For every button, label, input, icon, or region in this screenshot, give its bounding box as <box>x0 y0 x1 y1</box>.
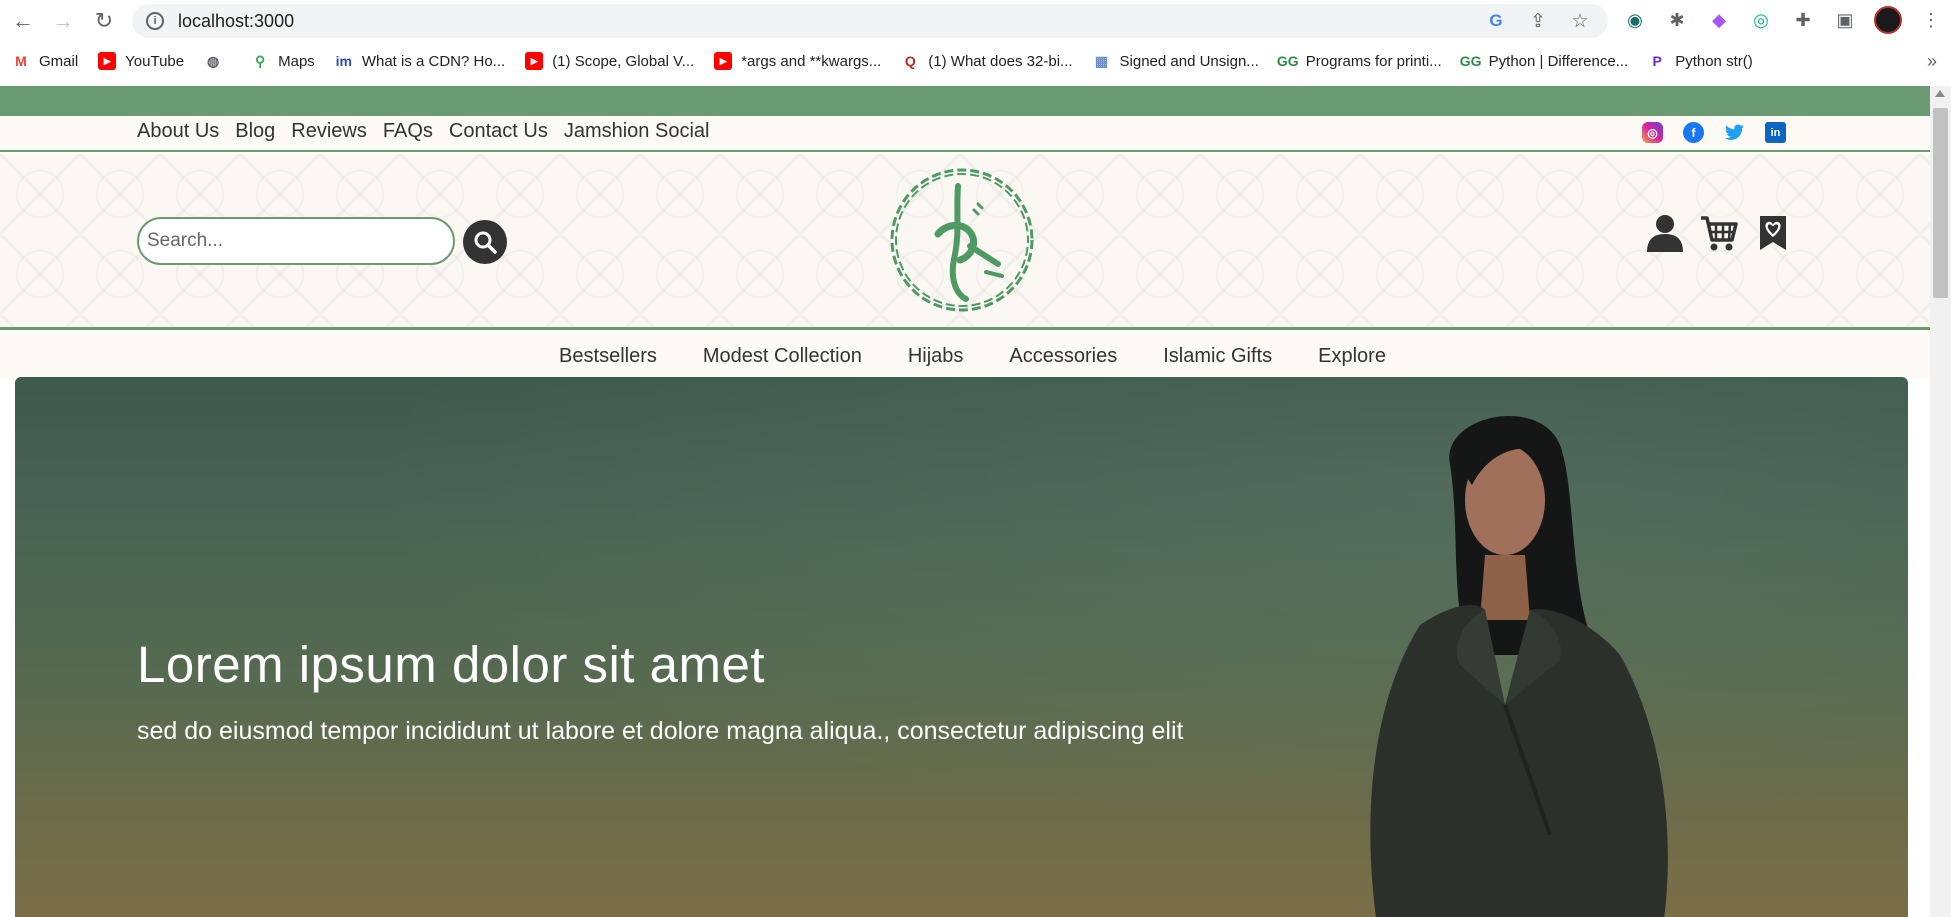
hero-subtitle: sed do eiusmod tempor incididunt ut labo… <box>137 717 1184 745</box>
bookmark-item[interactable]: ⚲ Maps <box>251 52 315 70</box>
site-icon: ▦ <box>1094 52 1109 69</box>
bookmark-label: Signed and Unsign... <box>1119 52 1259 70</box>
user-actions <box>1646 213 1792 253</box>
programiz-icon: P <box>1652 53 1662 69</box>
extension-4-icon[interactable]: ◎ <box>1748 7 1774 33</box>
instagram-icon[interactable]: ◎ <box>1642 122 1663 143</box>
bookmark-item[interactable]: GG Python | Difference... <box>1459 52 1629 70</box>
bookmark-item[interactable]: P Python str() <box>1648 52 1753 70</box>
bookmark-item[interactable]: ▦ Signed and Unsign... <box>1093 52 1259 70</box>
search-input[interactable] <box>139 219 453 263</box>
extension-3-icon[interactable]: ◆ <box>1706 7 1732 33</box>
bookmark-item[interactable]: ▶ (1) Scope, Global V... <box>525 52 694 70</box>
page-scrollbar[interactable] <box>1930 86 1951 917</box>
site-header <box>0 154 1930 330</box>
bookmark-item[interactable]: im What is a CDN? Ho... <box>335 52 506 70</box>
bookmark-label: What is a CDN? Ho... <box>361 52 506 70</box>
browser-menu-icon[interactable]: ⋮ <box>1918 7 1944 33</box>
nav-accessories[interactable]: Accessories <box>1009 345 1117 368</box>
top-bar: About Us Blog Reviews FAQs Contact Us Ja… <box>0 116 1930 152</box>
imperva-icon: im <box>335 53 352 69</box>
bookmark-label: YouTube <box>125 52 185 70</box>
twitter-icon[interactable] <box>1724 122 1745 143</box>
hero-model-image <box>1370 416 1668 917</box>
geeksforgeeks-icon: GG <box>1459 53 1482 69</box>
nav-islamic-gifts[interactable]: Islamic Gifts <box>1163 345 1272 368</box>
gmail-icon: M <box>15 53 27 69</box>
bookmark-label: Programs for printi... <box>1305 52 1442 70</box>
nav-bestsellers[interactable]: Bestsellers <box>559 345 657 368</box>
category-nav: Bestsellers Modest Collection Hijabs Acc… <box>0 333 1930 379</box>
nav-modest-collection[interactable]: Modest Collection <box>703 345 862 368</box>
browser-toolbar: ← → ↻ i localhost:3000 G ⇪ ☆ ◉ ✱ ◆ ◎ ✚ ▣… <box>0 0 1951 42</box>
profile-avatar[interactable] <box>1874 6 1902 34</box>
search-box <box>137 217 455 265</box>
link-jamshion-social[interactable]: Jamshion Social <box>564 120 710 143</box>
wishlist-icon[interactable] <box>1754 213 1792 253</box>
back-icon[interactable]: ← <box>8 6 38 36</box>
bookmark-item[interactable]: Q (1) What does 32-bi... <box>901 52 1073 70</box>
more-bookmarks-icon[interactable]: » <box>1927 51 1937 72</box>
brand-logo[interactable] <box>886 164 1038 316</box>
url-text[interactable]: localhost:3000 <box>178 11 294 32</box>
cart-icon[interactable] <box>1700 213 1738 253</box>
bookmark-item[interactable]: M Gmail <box>12 52 78 70</box>
forward-icon[interactable]: → <box>48 6 78 36</box>
bookmark-item[interactable]: GG Programs for printi... <box>1276 52 1442 70</box>
nav-hijabs[interactable]: Hijabs <box>908 345 964 368</box>
top-links: About Us Blog Reviews FAQs Contact Us Ja… <box>137 120 709 143</box>
reload-icon[interactable]: ↻ <box>89 6 119 36</box>
search-icon <box>474 231 497 254</box>
linkedin-icon[interactable]: in <box>1765 122 1786 143</box>
youtube-icon: ▶ <box>525 52 544 70</box>
bookmark-label: Python | Difference... <box>1488 52 1629 70</box>
announcement-strip <box>0 86 1930 116</box>
google-lens-icon[interactable]: G <box>1484 9 1508 33</box>
bookmark-label: Maps <box>278 52 315 70</box>
bookmark-item[interactable]: ▶ *args and **kwargs... <box>714 52 881 70</box>
scroll-thumb[interactable] <box>1933 108 1948 298</box>
extension-bug-icon[interactable]: ✱ <box>1664 7 1690 33</box>
bookmark-item[interactable]: ◍ <box>204 52 231 70</box>
quora-icon: Q <box>904 53 916 69</box>
side-panel-icon[interactable]: ▣ <box>1832 7 1858 33</box>
account-icon[interactable] <box>1646 213 1684 253</box>
site-info-icon[interactable]: i <box>146 12 164 30</box>
extensions-puzzle-icon[interactable]: ✚ <box>1790 7 1816 33</box>
bookmark-label: Gmail <box>39 52 79 70</box>
bookmark-label: *args and **kwargs... <box>741 52 882 70</box>
scroll-up-icon[interactable] <box>1935 90 1945 97</box>
bookmark-star-icon[interactable]: ☆ <box>1568 9 1592 33</box>
extension-1-icon[interactable]: ◉ <box>1622 7 1648 33</box>
nav-explore[interactable]: Explore <box>1318 345 1386 368</box>
social-links: ◎ f in <box>1642 122 1786 143</box>
share-icon[interactable]: ⇪ <box>1526 9 1550 33</box>
youtube-icon: ▶ <box>98 52 117 70</box>
web-page: About Us Blog Reviews FAQs Contact Us Ja… <box>0 86 1930 917</box>
link-contact-us[interactable]: Contact Us <box>449 120 548 143</box>
facebook-icon[interactable]: f <box>1683 122 1704 143</box>
link-blog[interactable]: Blog <box>235 120 275 143</box>
bookmark-label: (1) What does 32-bi... <box>928 52 1073 70</box>
hero-title: Lorem ipsum dolor sit amet <box>137 636 766 693</box>
link-about-us[interactable]: About Us <box>137 120 219 143</box>
hero-banner[interactable]: Lorem ipsum dolor sit amet sed do eiusmo… <box>15 377 1908 917</box>
bookmark-label: Python str() <box>1675 52 1753 70</box>
globe-icon: ◍ <box>207 52 220 69</box>
bookmark-item[interactable]: ▶ YouTube <box>98 52 184 70</box>
search-button[interactable] <box>463 220 507 264</box>
youtube-icon: ▶ <box>714 52 733 70</box>
geeksforgeeks-icon: GG <box>1276 53 1299 69</box>
address-bar[interactable]: i localhost:3000 G ⇪ ☆ <box>132 4 1608 38</box>
link-reviews[interactable]: Reviews <box>291 120 367 143</box>
maps-icon: ⚲ <box>254 52 266 69</box>
bookmark-label: (1) Scope, Global V... <box>552 52 695 70</box>
link-faqs[interactable]: FAQs <box>383 120 433 143</box>
bookmarks-bar: M Gmail ▶ YouTube ◍ ⚲ Maps im What is a CDN? Ho.… <box>0 44 1951 78</box>
